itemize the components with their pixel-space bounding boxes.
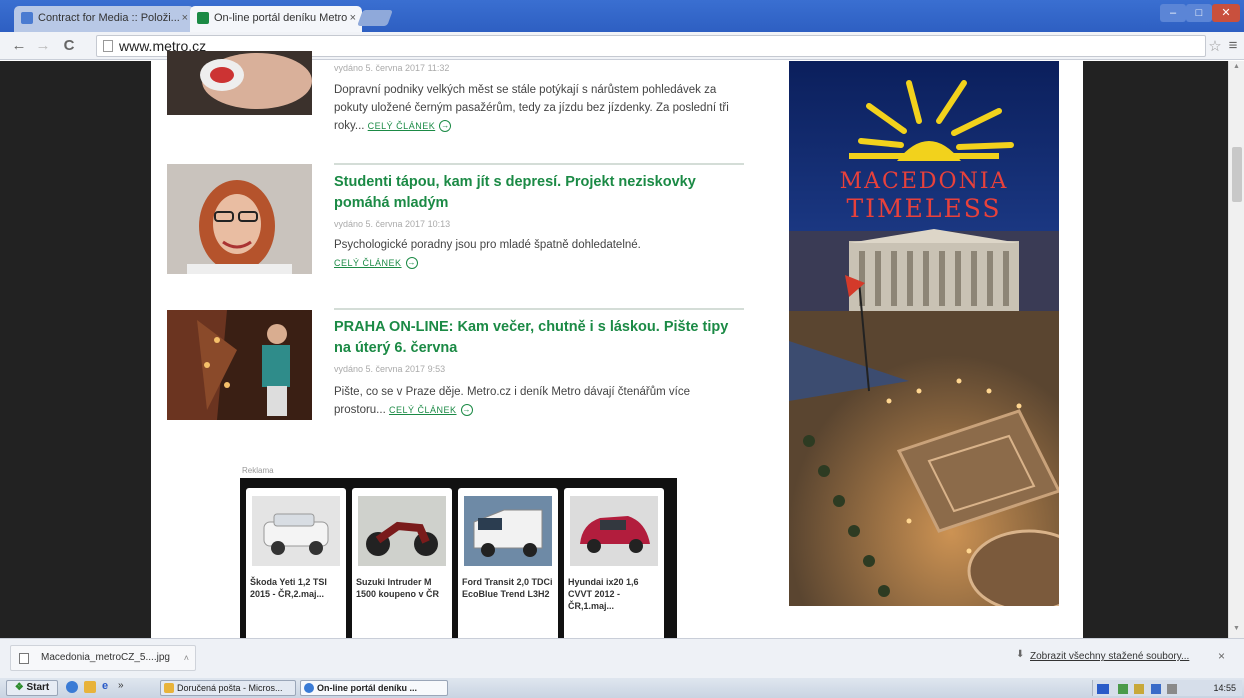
article-perex: Psychologické poradny jsou pro mladé špa… bbox=[334, 236, 744, 272]
ad-card[interactable]: Hyundai ix20 1,6 CVVT 2012 - ČR,1.maj... bbox=[564, 488, 664, 648]
ad-card[interactable]: Suzuki Intruder M 1500 koupeno v ČR bbox=[352, 488, 452, 648]
scroll-down-arrow-icon[interactable]: ▼ bbox=[1233, 625, 1240, 632]
clock[interactable]: 14:55 bbox=[1213, 680, 1236, 696]
article-title[interactable]: Studenti tápou, kam jít s depresí. Proje… bbox=[334, 172, 734, 214]
article-thumbnail[interactable] bbox=[167, 51, 312, 115]
update-icon[interactable] bbox=[1134, 683, 1145, 694]
arrow-circle-icon[interactable]: → bbox=[405, 256, 418, 269]
system-tray: 14:55 bbox=[1092, 680, 1242, 696]
page-icon bbox=[103, 40, 113, 52]
ad-slogan-line1: MACEDONIA bbox=[839, 169, 1009, 194]
quicklaunch-ie-icon[interactable]: e bbox=[102, 680, 108, 692]
download-item[interactable]: Macedonia_metroCZ_5....jpg ˄ bbox=[10, 645, 196, 671]
scrollbar-thumb[interactable] bbox=[1232, 147, 1242, 202]
ad-slogan: MACEDONIA TIMELESS bbox=[789, 169, 1059, 224]
article-meta: vydáno 5. června 2017 9:53 bbox=[334, 364, 446, 374]
browser-tab-metro[interactable]: On-line portál deníku Metro × bbox=[190, 6, 362, 32]
taskbar-item-outlook[interactable]: Doručená pošta - Micros... bbox=[160, 680, 296, 696]
article-perex: Pište, co se v Praze děje. Metro.cz i de… bbox=[334, 383, 744, 419]
article-thumbnail[interactable] bbox=[167, 164, 312, 274]
ad-box: Škoda Yeti 1,2 TSI 2015 - ČR,2.maj... Su… bbox=[240, 478, 677, 648]
maximize-button[interactable]: □ bbox=[1186, 4, 1212, 22]
car-image bbox=[570, 496, 658, 566]
ad-label: Reklama bbox=[242, 466, 274, 475]
browser-titlebar: Contract for Media :: Položi... × On-lin… bbox=[0, 0, 1244, 32]
ad-banner: Reklama Škoda Yeti 1,2 TSI 2015 - ČR,2.m… bbox=[240, 466, 677, 648]
ad-card[interactable]: Ford Transit 2,0 TDCi EcoBlue Trend L3H2 bbox=[458, 488, 558, 648]
page-viewport: vydáno 5. června 2017 11:32 Dopravní pod… bbox=[0, 51, 1228, 648]
van-image bbox=[464, 496, 552, 566]
page-scrollbar[interactable]: ▲ ▼ bbox=[1228, 61, 1244, 638]
start-button[interactable]: ❖ Start bbox=[6, 680, 58, 696]
ad-card-caption: Škoda Yeti 1,2 TSI 2015 - ČR,2.maj... bbox=[250, 577, 327, 599]
taskbar-item-chrome[interactable]: On-line portál deníku ... bbox=[300, 680, 448, 696]
ad-card-caption: Ford Transit 2,0 TDCi EcoBlue Trend L3H2 bbox=[462, 577, 553, 599]
read-more-link[interactable]: CELÝ ČLÁNEK bbox=[389, 405, 457, 415]
back-arrow-icon[interactable]: ← bbox=[10, 37, 28, 54]
read-more-link[interactable]: CELÝ ČLÁNEK bbox=[334, 258, 402, 268]
taskbar-item-label: Doručená pošta - Micros... bbox=[177, 683, 283, 693]
side-advertisement[interactable]: MACEDONIA TIMELESS bbox=[789, 61, 1059, 606]
article-perex: Dopravní podniky velkých měst se stále p… bbox=[334, 81, 744, 135]
tab-favicon-icon bbox=[197, 12, 209, 24]
article-text: Psychologické poradny jsou pro mladé špa… bbox=[334, 239, 641, 251]
tab-close-icon[interactable]: × bbox=[350, 6, 356, 30]
article-meta: vydáno 5. června 2017 10:13 bbox=[334, 219, 451, 229]
ad-card-caption: Hyundai ix20 1,6 CVVT 2012 - ČR,1.maj... bbox=[568, 577, 639, 611]
article-text: Pište, co se v Praze děje. Metro.cz i de… bbox=[334, 386, 691, 416]
chevron-up-icon[interactable]: ˄ bbox=[184, 646, 189, 670]
tab-title: Contract for Media :: Položi... bbox=[38, 12, 180, 24]
article-image bbox=[167, 164, 312, 274]
download-bar: Macedonia_metroCZ_5....jpg ˄ ⬇ Zobrazit … bbox=[0, 638, 1244, 678]
menu-icon[interactable]: ≡ bbox=[1224, 37, 1242, 54]
ad-card-caption: Suzuki Intruder M 1500 koupeno v ČR bbox=[356, 577, 440, 599]
quicklaunch-chrome-icon[interactable] bbox=[66, 681, 78, 693]
chrome-icon bbox=[304, 683, 314, 693]
ad-card[interactable]: Škoda Yeti 1,2 TSI 2015 - ČR,2.maj... bbox=[246, 488, 346, 648]
close-download-bar-icon[interactable]: × bbox=[1218, 649, 1225, 663]
quicklaunch-more-icon[interactable]: » bbox=[118, 680, 124, 691]
minimize-button[interactable]: – bbox=[1160, 4, 1186, 22]
motorcycle-image bbox=[358, 496, 446, 566]
read-more-link[interactable]: CELÝ ČLÁNEK bbox=[368, 121, 436, 131]
tab-close-icon[interactable]: × bbox=[182, 6, 188, 30]
quicklaunch-folder-icon[interactable] bbox=[84, 681, 96, 693]
battery-icon[interactable] bbox=[1167, 683, 1178, 694]
article-thumbnail[interactable] bbox=[167, 310, 312, 420]
article-image bbox=[167, 310, 312, 420]
ad-slogan-line2: TIMELESS bbox=[846, 194, 1002, 223]
outlook-icon bbox=[164, 683, 174, 693]
macedonia-ad-image bbox=[789, 61, 1059, 606]
download-arrow-icon: ⬇ bbox=[1016, 649, 1025, 660]
taskbar: ❖ Start e » Doručená pošta - Micros... O… bbox=[0, 678, 1244, 698]
tab-title: On-line portál deníku Metro bbox=[214, 12, 348, 24]
forward-arrow-icon[interactable]: → bbox=[34, 37, 52, 54]
arrow-circle-icon[interactable]: → bbox=[460, 403, 473, 416]
start-label: Start bbox=[26, 682, 50, 693]
browser-tab-contract[interactable]: Contract for Media :: Položi... × bbox=[14, 6, 194, 32]
car-image bbox=[252, 496, 340, 566]
download-filename: Macedonia_metroCZ_5....jpg bbox=[41, 652, 170, 663]
taskbar-item-label: On-line portál deníku ... bbox=[317, 683, 418, 693]
article-divider bbox=[334, 163, 744, 165]
article-divider bbox=[334, 308, 744, 310]
scroll-up-arrow-icon[interactable]: ▲ bbox=[1233, 63, 1240, 70]
security-icon[interactable] bbox=[1117, 683, 1128, 694]
tab-favicon-icon bbox=[21, 12, 33, 24]
article-image bbox=[167, 51, 312, 115]
reload-icon[interactable]: C bbox=[60, 37, 78, 54]
bookmark-star-icon[interactable]: ☆ bbox=[1206, 37, 1224, 55]
new-tab-button[interactable] bbox=[357, 10, 393, 26]
windows-logo-icon: ❖ bbox=[14, 682, 24, 693]
file-icon bbox=[19, 653, 29, 664]
network-icon[interactable] bbox=[1097, 683, 1109, 694]
show-all-downloads-link[interactable]: Zobrazit všechny stažené soubory... bbox=[1030, 651, 1189, 662]
volume-icon[interactable] bbox=[1150, 683, 1161, 694]
close-window-button[interactable]: ✕ bbox=[1212, 4, 1240, 22]
article-meta: vydáno 5. června 2017 11:32 bbox=[334, 63, 450, 73]
arrow-circle-icon[interactable]: → bbox=[439, 119, 452, 132]
page-content: vydáno 5. června 2017 11:32 Dopravní pod… bbox=[151, 51, 1083, 648]
article-title[interactable]: PRAHA ON-LINE: Kam večer, chutně i s lás… bbox=[334, 317, 734, 359]
